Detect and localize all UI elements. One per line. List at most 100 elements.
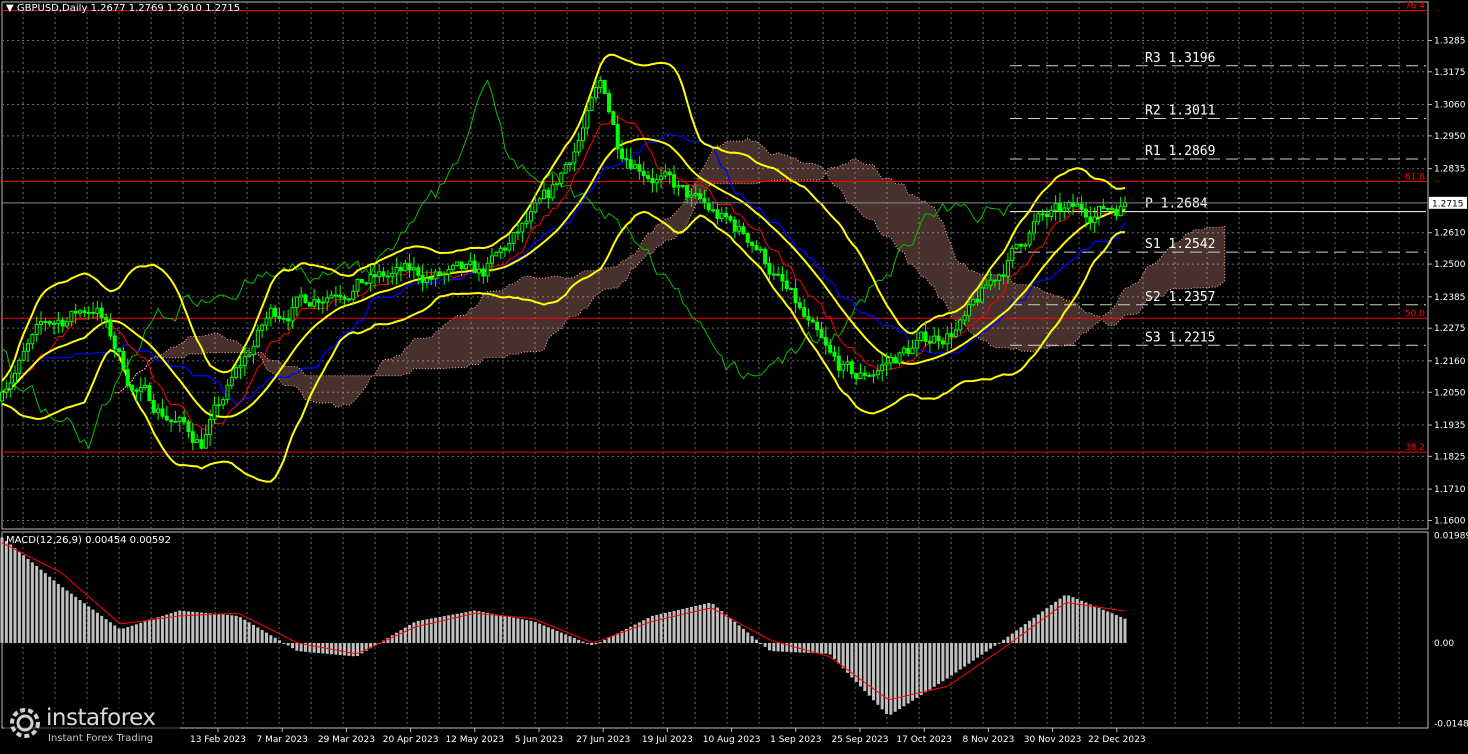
- macd-histogram-bar: [767, 642, 771, 651]
- macd-histogram-bar: [473, 610, 477, 643]
- candle-body: [1114, 208, 1119, 217]
- candle-body: [611, 111, 616, 125]
- macd-histogram-bar: [963, 642, 967, 667]
- dropdown-triangle-icon[interactable]: ▼: [6, 3, 17, 14]
- candle-body: [264, 317, 269, 326]
- candle-body: [633, 164, 638, 169]
- time-tick-label: 30 Nov 2023: [1024, 735, 1082, 745]
- macd-histogram-bar: [152, 618, 156, 643]
- candle-body: [1057, 203, 1062, 212]
- macd-histogram-bar: [924, 642, 928, 693]
- macd-histogram-bar: [789, 642, 793, 653]
- candle-body: [771, 273, 776, 276]
- macd-histogram-bar: [542, 625, 546, 643]
- macd-histogram-bar: [568, 636, 572, 643]
- candle-body: [598, 80, 603, 89]
- macd-histogram-bar: [837, 642, 841, 664]
- macd-histogram-bar: [1002, 639, 1006, 643]
- candle-body: [429, 277, 434, 280]
- macd-histogram-bar: [408, 625, 412, 643]
- macd-histogram-bar: [104, 619, 108, 643]
- price-tick-label: 1.1710: [1434, 485, 1466, 495]
- macd-histogram-bar: [291, 642, 295, 649]
- candle-body: [26, 343, 31, 352]
- macd-histogram-bar: [958, 642, 962, 670]
- candle-body: [841, 364, 846, 371]
- candle-body: [767, 262, 772, 275]
- macd-histogram-bar: [39, 569, 43, 643]
- macd-histogram-bar: [906, 642, 910, 704]
- candle-body: [576, 140, 581, 153]
- candle-body: [680, 185, 685, 188]
- macd-histogram-bar: [56, 583, 60, 643]
- candle-body: [498, 247, 503, 253]
- price-tick-label: 1.1935: [1434, 421, 1466, 431]
- macd-histogram-bar: [217, 614, 221, 643]
- candle-body: [99, 307, 104, 319]
- macd-histogram-bar: [143, 621, 147, 643]
- candle-body: [819, 329, 824, 339]
- macd-histogram-bar: [212, 613, 216, 643]
- candle-body: [299, 294, 304, 298]
- candle-body: [52, 322, 57, 325]
- candle-body: [763, 248, 768, 264]
- candle-body: [559, 172, 564, 184]
- candle-body: [585, 109, 590, 129]
- candle-body: [776, 273, 781, 276]
- candle-body: [541, 189, 546, 200]
- candle-body: [754, 245, 759, 251]
- macd-histogram-bar: [312, 642, 316, 653]
- candle-body: [398, 266, 403, 272]
- candle-body: [121, 350, 126, 371]
- macd-histogram-bar: [13, 548, 17, 643]
- macd-histogram-bar: [993, 642, 997, 646]
- candle-body: [1088, 216, 1093, 224]
- price-tick-label: 1.2275: [1434, 324, 1466, 334]
- candle-body: [125, 369, 130, 386]
- candle-body: [1066, 202, 1071, 209]
- macd-histogram-bar: [1058, 598, 1062, 643]
- macd-histogram-bar: [976, 642, 980, 658]
- candle-body: [411, 267, 416, 271]
- macd-histogram-bar: [650, 615, 654, 643]
- candle-body: [706, 202, 711, 211]
- macd-histogram-bar: [1015, 630, 1019, 643]
- macd-histogram-bar: [429, 618, 433, 643]
- macd-histogram-bar: [533, 621, 537, 643]
- macd-histogram-bar: [65, 590, 69, 643]
- macd-histogram-bar: [954, 642, 958, 673]
- macd-histogram-bar: [867, 642, 871, 696]
- macd-histogram-bar: [108, 622, 112, 643]
- macd-histogram-bar: [512, 617, 516, 643]
- candle-body: [355, 279, 360, 292]
- macd-histogram-bar: [928, 642, 932, 690]
- macd-histogram-bar: [256, 627, 260, 643]
- macd-histogram-bar: [1032, 617, 1036, 643]
- macd-histogram-bar: [230, 615, 234, 643]
- candle-body: [472, 260, 477, 274]
- macd-histogram-bar: [356, 642, 360, 656]
- macd-histogram-bar: [277, 640, 281, 643]
- candle-body: [468, 260, 473, 266]
- candle-body: [242, 355, 247, 367]
- macd-header: MACD(12,26,9) 0.00454 0.00592: [6, 535, 172, 546]
- price-tick-label: 1.2050: [1434, 388, 1466, 398]
- macd-tick-label: 0.00: [1434, 639, 1454, 649]
- macd-histogram-bar: [520, 619, 524, 643]
- time-tick-label: 17 Oct 2023: [896, 735, 952, 745]
- candle-body: [450, 264, 455, 270]
- candle-body: [463, 264, 468, 270]
- time-tick-label: 8 Nov 2023: [962, 735, 1014, 745]
- macd-histogram-bar: [611, 635, 615, 643]
- candle-body: [507, 242, 512, 251]
- macd-histogram-bar: [525, 619, 529, 643]
- candle-body: [65, 321, 70, 327]
- macd-histogram-bar: [1097, 607, 1101, 643]
- candle-body: [1075, 203, 1080, 207]
- candle-body: [73, 310, 78, 314]
- fib-label: 38.2: [1405, 443, 1425, 453]
- candle-body: [407, 263, 412, 271]
- candle-body: [858, 372, 863, 380]
- macd-histogram-bar: [35, 566, 39, 643]
- chart-canvas[interactable]: 76.4 61.8 50.0 38.2 R3 1.3196 R2 1.3011 R1 1.…: [0, 0, 1468, 750]
